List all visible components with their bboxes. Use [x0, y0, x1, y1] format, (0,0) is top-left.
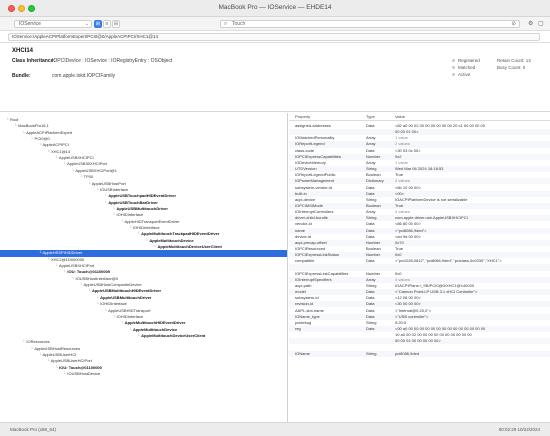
tree-row-label: IOHIDInterface [116, 212, 144, 218]
plane-select-value: IOService [19, 21, 41, 27]
chevron-down-icon: ⌄ [84, 21, 89, 27]
tree-row-label: AppleUSBTouchBarDriver [108, 199, 158, 205]
tree-row-label: AppleMultitouchDeviceUserClient [157, 244, 222, 249]
search-field[interactable]: ⌕ Touch ⊘ [220, 20, 520, 28]
tree-row-label: IOHIDInterface [100, 301, 127, 307]
search-value: Touch [232, 21, 246, 27]
tree-row-label: TP00 [83, 174, 94, 180]
tree-row-label: AppleUSBMultitouchDriver [100, 294, 152, 300]
retain-count: Retain Count: 13 [497, 58, 531, 63]
tree-row-label: AppleUSBHostPort [91, 180, 126, 186]
tree-row-label: AppleUSBXHCIPCI [58, 155, 94, 161]
view-tree-button[interactable]: ⊞ [94, 20, 102, 28]
status-bar: MacBook Pro (x86_64) 00:02:29 10/22/2024 [0, 422, 550, 436]
tree-row-label: IOResources [26, 339, 50, 345]
property-value: pci8086,9ded [395, 350, 420, 356]
tree-row-label: AppleACPIPCI [42, 142, 69, 148]
tree-row-label: AppleUSBXHCIPort@1 [75, 167, 117, 173]
property-row[interactable]: IOName String pci8086,9ded [289, 350, 550, 357]
tree-row-label: IOHIDInterface [116, 313, 144, 319]
tree-row-label: XHC1@14 [50, 148, 71, 154]
window-title: MacBook Pro — IOService — EHDE14 [218, 4, 332, 11]
timestamp-label: 00:02:29 10/22/2024 [498, 427, 540, 432]
tree-row-label: AppleUSBTouchpadHIDEventDriver [108, 193, 177, 199]
bundle-label: Bundle: [12, 73, 31, 79]
tree-row-label: AppleMultitouchDevice [149, 237, 194, 243]
tree-row-label: AppleUSBHIDTransport [108, 307, 151, 313]
tree-row-label: IOUSBHostDevice [67, 371, 101, 376]
filter-icon[interactable]: ⊘ [511, 21, 516, 27]
properties-header: Property Type Value [289, 113, 550, 121]
status-dot-icon [452, 66, 455, 69]
column-header-property[interactable]: Property [295, 113, 310, 121]
machine-label: MacBook Pro (x86_64) [10, 427, 57, 432]
tree-row-label: IOU: Touch@01100000 [59, 364, 102, 370]
tree-row-label: AppleMultitouchDeviceUserClient [141, 332, 206, 338]
tree-row-label: AppleMultitouchTrackpadHIDEventDriver [141, 231, 220, 237]
status-matched: Matched [452, 65, 475, 70]
properties-table: Property Type Value assigned-addresses Da… [289, 113, 550, 422]
info-header: XHCI14 Class Inheritance: IOPCIDevice : … [0, 44, 550, 112]
tree-row-label: AppleHIDTransportEventDriver [124, 218, 180, 224]
path-bar: IOService:/AppleACPIPlatformExpert/PCI0@… [0, 31, 550, 43]
tree-row-label: IOUSBHostInterface@0 [75, 275, 119, 281]
property-type: String [366, 350, 377, 356]
tree-row-label: AppleHSSPIHIDDriver [42, 250, 83, 256]
tree-row-label: AppleUSBUserHCIPort [50, 358, 92, 364]
inheritance-value: IOPCIDevice : IOService : IORegistryEntr… [52, 58, 173, 64]
tree-row[interactable]: └ IOUSBHostDevice [0, 371, 287, 377]
path-field[interactable]: IOService:/AppleACPIPlatformExpert/PCI0@… [8, 33, 540, 41]
tree-row-label: PCI0@0 [34, 136, 50, 142]
status-label: Matched [458, 65, 476, 70]
status-active: Active [452, 72, 470, 77]
sidebar-toggle-icon[interactable]: ▢ [538, 20, 544, 27]
tree-row-label: AppleUSBMultitouchDriver [116, 205, 168, 211]
magnifier-icon: ⌕ [224, 21, 228, 27]
property-key: IOName [295, 350, 310, 356]
tree-row-label: AppleMultitouchDevice [132, 326, 178, 332]
tree-row-label: AppleUSB30XHCIPort [67, 161, 107, 167]
bundle-value: com.apple.iokit.IOPCIFamily [52, 73, 116, 79]
column-header-value[interactable]: Value [395, 113, 405, 121]
tree-row-label: AppleUSBHostResources [34, 345, 81, 351]
tree-row-label: AppleUSBXHCIPort [58, 263, 95, 269]
refresh-icon[interactable]: ⚙ [528, 20, 533, 27]
view-list-button[interactable]: ≡ [103, 20, 111, 28]
tree-row-label: XHC2@1D000000 [50, 256, 85, 262]
view-columns-button[interactable]: ⊟ [112, 20, 120, 28]
status-dot-icon [452, 59, 455, 62]
status-dot-icon [452, 73, 455, 76]
status-registered: Registered [452, 58, 480, 63]
tree-row-label: IOHIDInterface [132, 224, 160, 230]
tree-row-label: MacBookPro16,1 [18, 123, 49, 129]
tree-row-label: IOUSBInterface [100, 186, 129, 192]
column-header-type[interactable]: Type [366, 113, 375, 121]
tree-row-label: AppleUSBUserHCI [42, 351, 77, 357]
busy-count: Busy Count: 0 [497, 65, 526, 70]
toolbar: IOService ⌄ ⊞ ≡ ⊟ ⌕ Touch ⊘ ⚙ ▢ [0, 17, 550, 31]
status-label: Active [458, 72, 471, 77]
inheritance-label: Class Inheritance: [12, 58, 56, 64]
tree-row-label: AppleMultitouchHIDEventDriver [124, 320, 186, 326]
entry-name: XHCI14 [12, 48, 34, 54]
ioreg-window: MacBook Pro — IOService — EHDE14 IOServi… [0, 0, 550, 436]
tree-row-label: AppleACPIPlatformExpert [26, 129, 73, 135]
plane-select[interactable]: IOService ⌄ [14, 20, 92, 28]
tree-row-label: IOU: Touch@01100000 [67, 269, 111, 275]
status-label: Registered [458, 58, 480, 63]
tree-row-label: AppleUSBHostCompositeDevice [83, 282, 142, 288]
title-bar: MacBook Pro — IOService — EHDE14 [0, 0, 550, 17]
tree-row-label: AppleUSBMultitouchHIDEventDriver [91, 288, 162, 294]
registry-tree[interactable]: └ Root └ MacBookPro16,1 └ AppleACPIPlatfor… [0, 113, 288, 422]
tree-row-label: Root [9, 117, 19, 122]
